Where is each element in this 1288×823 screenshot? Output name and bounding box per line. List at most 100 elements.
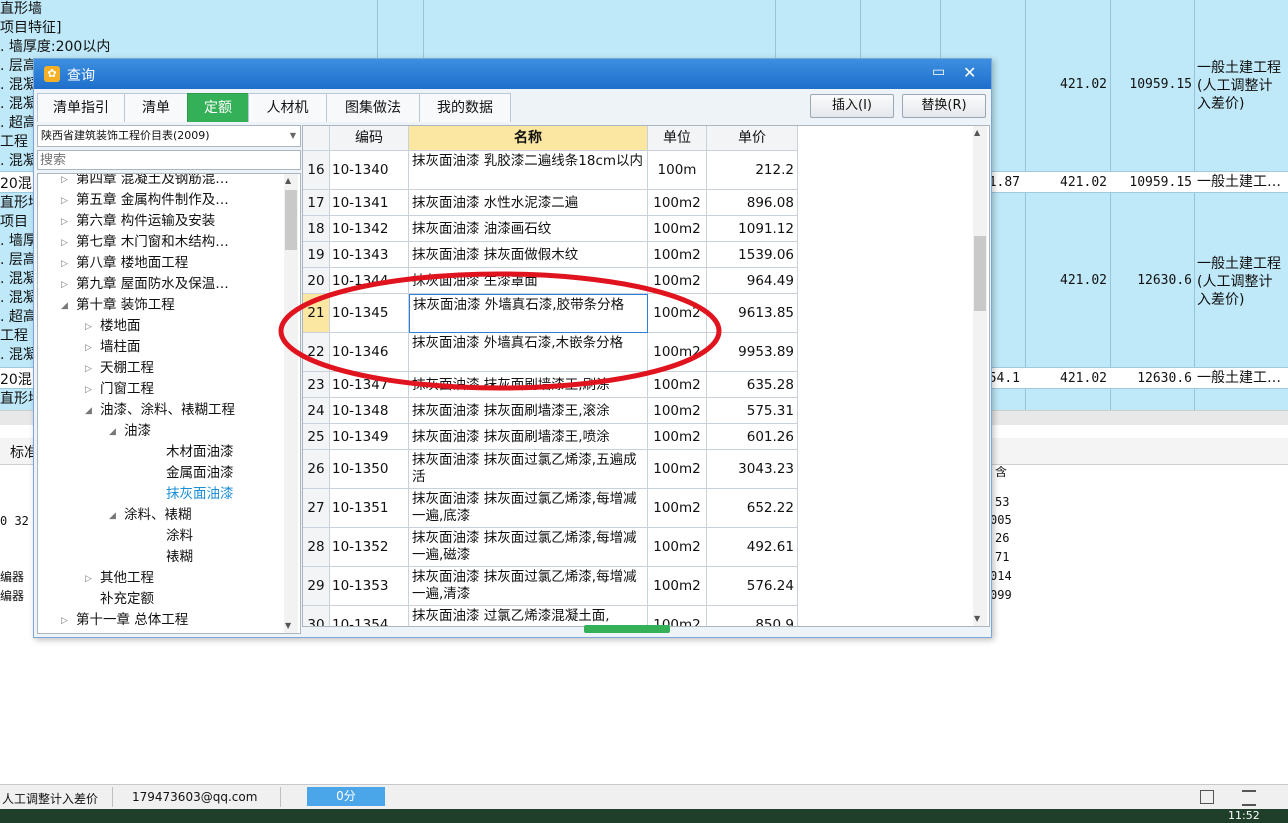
tree-item[interactable]: 木材面油漆 [38,442,282,463]
maximize-icon[interactable]: ▭ [932,64,945,80]
tab-my-data[interactable]: 我的数据 [419,93,511,122]
score-badge[interactable]: 0分 [307,787,385,806]
replace-button[interactable]: 替换(R) [902,94,986,118]
tree-item[interactable]: 补充定额 [38,589,282,610]
tree-item[interactable]: 金属面油漆 [38,463,282,484]
name-cell: 抹灰面油漆 抹灰面刷墙漆王,滚涂 [409,398,648,424]
price-cell: 896.08 [707,190,798,216]
row-number: 24 [303,398,330,424]
tree-item[interactable]: ▷ 第五章 金属构件制作及… [38,190,282,211]
expand-arrow-icon[interactable]: ▷ [61,174,68,191]
table-row[interactable]: 17 10-1341 抹灰面油漆 水性水泥漆二遍 100m2 896.08 [303,190,798,216]
unit-cell: 100m2 [648,450,707,489]
scroll-up-icon[interactable]: ▲ [974,128,980,137]
table-row[interactable]: 25 10-1349 抹灰面油漆 抹灰面刷墙漆王,喷涂 100m2 601.26 [303,424,798,450]
resize-grip[interactable] [584,625,670,633]
tree-item-label: 裱糊 [166,549,193,565]
tab-bill[interactable]: 清单 [124,93,188,122]
scroll-thumb[interactable] [285,190,297,250]
tree-item[interactable]: ▷ 第六章 构件运输及安装 [38,211,282,232]
chapter-tree: ▷ 第四章 混凝土及钢筋混… ▷ 第五章 金属构件制作及… ▷ 第六章 构件运输及安装 ▷ 第… [37,173,301,634]
column-header[interactable]: 单价 [707,126,798,151]
tree-item[interactable]: ▷ 墙柱面 [38,337,282,358]
tree-scrollbar[interactable]: ▲ ▼ [284,174,298,633]
insert-button[interactable]: 插入(I) [810,94,894,118]
table-row[interactable]: 28 10-1352 抹灰面油漆 抹灰面过氯乙烯漆,每增减一遍,磁漆 100m2 492… [303,528,798,567]
scroll-down-icon[interactable]: ▼ [974,614,980,623]
tree-item[interactable]: ▷ 天棚工程 [38,358,282,379]
tree-item[interactable]: ▷ 第九章 屋面防水及保温… [38,274,282,295]
tree-item[interactable]: 涂料 [38,526,282,547]
tree-item[interactable]: 裱糊 [38,547,282,568]
search-input[interactable] [37,150,301,170]
tree-item[interactable]: ▷ 第七章 木门窗和木结构… [38,232,282,253]
tab-labor-material[interactable]: 人材机 [248,93,327,122]
dialog-titlebar[interactable]: ✿ 查询 ▭ ✕ [34,59,991,89]
code-cell: 10-1340 [330,151,409,190]
table-row[interactable]: 29 10-1353 抹灰面油漆 抹灰面过氯乙烯漆,每增减一遍,清漆 100m2 576… [303,567,798,606]
tree-item[interactable]: ◢ 油漆、涂料、裱糊工程 [38,400,282,421]
grid-view-icon[interactable] [1242,790,1256,806]
bg-lower-cell: 编器 [0,589,25,603]
dialog-toolbar: 清单指引 清单 定额 人材机 图集做法 我的数据 插入(I) 替换(R) [34,89,991,123]
expand-arrow-icon[interactable]: ▷ [85,569,92,590]
table-row[interactable]: 27 10-1351 抹灰面油漆 抹灰面过氯乙烯漆,每增减一遍,底漆 100m2 652… [303,489,798,528]
collapse-arrow-icon[interactable]: ◢ [61,296,68,317]
bg-lower-cell: 0 32 [0,514,29,528]
row-number: 26 [303,450,330,489]
bg-left-text: . 混凝 [0,96,37,112]
collapse-arrow-icon[interactable]: ◢ [85,401,92,422]
unit-cell: 100m2 [648,190,707,216]
bg-lower-cell: 099 [990,588,1012,602]
tree-item[interactable]: ◢ 油漆 [38,421,282,442]
bg-price: 421.02 [1060,371,1107,386]
scroll-down-icon[interactable]: ▼ [285,621,291,630]
expand-arrow-icon[interactable]: ▷ [61,611,68,632]
table-row[interactable]: 30 10-1354 抹灰面油漆 过氯乙烯漆混凝土面, 100m2 850.9 [303,606,798,626]
tree-item[interactable]: ▷ 楼地面 [38,316,282,337]
layout-icon[interactable] [1200,790,1214,804]
bg-total: 10959.15 [1129,77,1192,92]
tree-item[interactable]: ▷ 第十一章 总体工程 [38,610,282,631]
catalog-select[interactable]: 陕西省建筑装饰工程价目表(2009) ▼ [37,125,301,147]
row-number: 17 [303,190,330,216]
tree-item[interactable]: ▷ 第八章 楼地面工程 [38,253,282,274]
table-row[interactable]: 16 10-1340 抹灰面油漆 乳胶漆二遍线条18cm以内 100m 212.2 [303,151,798,190]
row-number: 30 [303,606,330,626]
collapse-arrow-icon[interactable]: ◢ [109,422,116,443]
column-header[interactable]: 名称 [409,126,648,151]
collapse-arrow-icon[interactable]: ◢ [109,506,116,527]
expand-arrow-icon[interactable]: ▷ [85,359,92,380]
table-row[interactable]: 19 10-1343 抹灰面油漆 抹灰面做假木纹 100m2 1539.06 [303,242,798,268]
tree-item[interactable]: ▷ 第四章 混凝土及钢筋混… [38,174,282,190]
expand-arrow-icon[interactable]: ▷ [85,317,92,338]
scroll-up-icon[interactable]: ▲ [285,176,291,185]
name-cell: 抹灰面油漆 过氯乙烯漆混凝土面, [409,606,648,626]
expand-arrow-icon[interactable]: ▷ [61,233,68,254]
tree-item[interactable]: ◢ 涂料、裱糊 [38,505,282,526]
table-scrollbar[interactable]: ▲ ▼ [973,126,987,626]
table-row[interactable]: 18 10-1342 抹灰面油漆 油漆画石纹 100m2 1091.12 [303,216,798,242]
tab-bill-guide[interactable]: 清单指引 [37,93,125,122]
tree-item[interactable]: 抹灰面油漆 [38,484,282,505]
expand-arrow-icon[interactable]: ▷ [85,380,92,401]
column-header[interactable]: 编码 [330,126,409,151]
tree-item[interactable]: ◢ 第十章 装饰工程 [38,295,282,316]
column-header[interactable]: 单位 [648,126,707,151]
expand-arrow-icon[interactable]: ▷ [61,275,68,296]
tree-item[interactable]: ▷ 其他工程 [38,568,282,589]
tree-item[interactable]: ▷ 门窗工程 [38,379,282,400]
expand-arrow-icon[interactable]: ▷ [61,254,68,275]
close-icon[interactable]: ✕ [963,63,976,82]
bg-left-text: 20混 [0,372,32,388]
table-row[interactable]: 26 10-1350 抹灰面油漆 抹灰面过氯乙烯漆,五遍成活 100m2 3043.23 [303,450,798,489]
expand-arrow-icon[interactable]: ▷ [85,338,92,359]
bg-desc: 一般土建工… [1197,370,1281,386]
table-row[interactable]: 24 10-1348 抹灰面油漆 抹灰面刷墙漆王,滚涂 100m2 575.31 [303,398,798,424]
tab-quota[interactable]: 定额 [187,93,249,122]
scroll-thumb[interactable] [974,236,986,311]
expand-arrow-icon[interactable]: ▷ [61,191,68,212]
expand-arrow-icon[interactable]: ▷ [61,212,68,233]
tab-atlas-method[interactable]: 图集做法 [326,93,420,122]
price-cell: 652.22 [707,489,798,528]
